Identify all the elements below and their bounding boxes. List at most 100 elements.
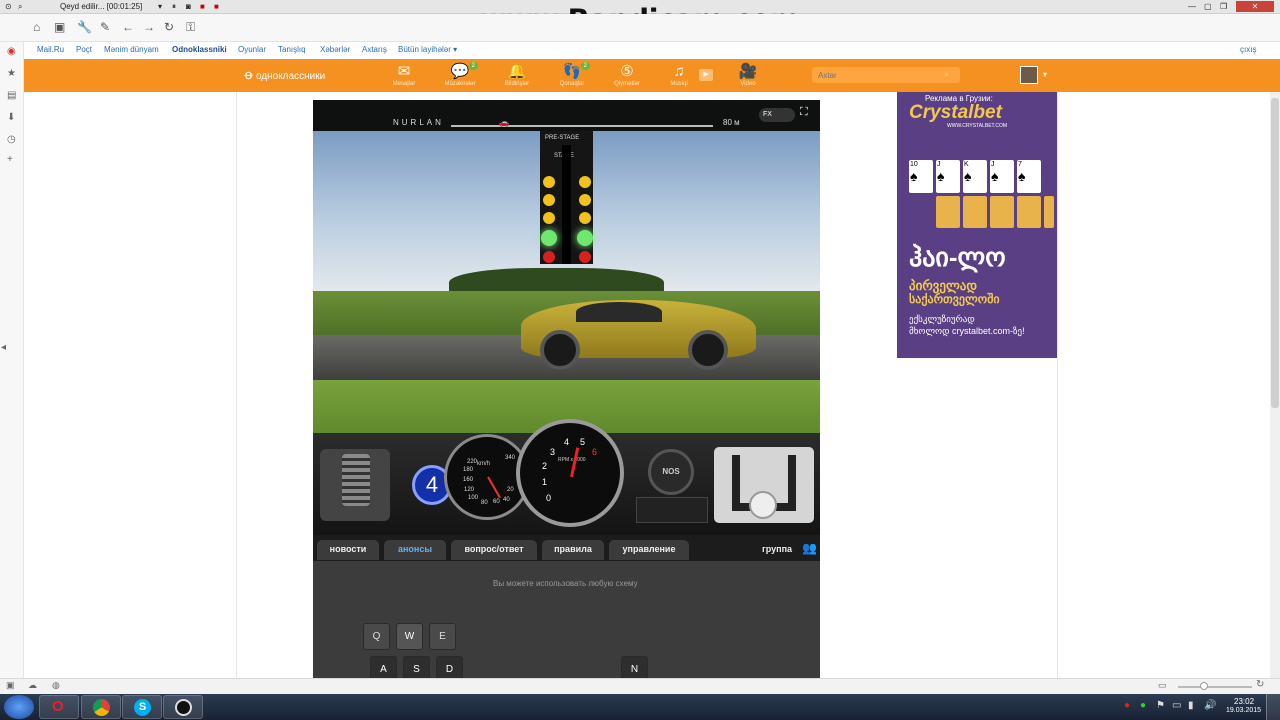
back-icon[interactable]: ← [122,20,134,34]
opera-sidebar-icon[interactable]: ◉ [7,46,16,57]
red-light [543,251,555,263]
pencil-icon[interactable]: ✎ [100,20,110,34]
tab-controls[interactable]: управление [609,540,689,560]
pause-icon[interactable]: ⏸ [172,2,176,12]
ad-line: ექსკლუზიურად [909,314,975,324]
taskbar-bandicam[interactable] [163,695,203,719]
nav-discussions[interactable]: 💬 2 Müzakirələr [438,62,482,87]
tray-signal-icon[interactable]: ▮ [1188,700,1194,711]
search-icon[interactable]: ⌕ [18,2,22,12]
gear-shifter[interactable] [714,447,814,523]
tab-news[interactable]: новости [317,540,379,560]
dropdown-icon[interactable]: ▾ [158,2,162,11]
bookmark-star-icon[interactable]: ★ [7,68,16,79]
clock-time[interactable]: 23:02 [1234,697,1254,706]
shift-knob[interactable] [749,491,777,519]
amber-light [579,194,591,206]
tray-network-icon[interactable]: ● [1140,700,1146,711]
group-link[interactable]: группа [762,544,792,554]
ad-line: მხოლოდ crystalbet.com-ზე! [909,326,1025,336]
zoom-reset-icon[interactable]: ↻ [1256,679,1264,690]
nav-link[interactable]: Mənim dünyam [104,45,159,54]
home-icon[interactable]: ⌂ [33,20,40,34]
taskbar-skype[interactable]: S [122,695,162,719]
forward-icon[interactable]: → [143,20,155,34]
play-icon[interactable]: ▶ [699,69,713,81]
zoom-slider[interactable] [1178,686,1252,688]
nav-link[interactable]: Tanışlıq [278,45,306,54]
tray-monitor-icon[interactable]: ▭ [1172,700,1181,711]
pre-stage-label: PRE-STAGE [545,135,580,141]
stop-icon[interactable]: ■ [200,2,205,11]
tray-record-icon[interactable]: ● [1124,700,1130,711]
scrollbar-thumb[interactable] [1271,98,1279,408]
bandicam-icon [175,699,192,716]
nav-link[interactable]: Axtarış [362,45,387,54]
exit-link[interactable]: çıxış [1240,45,1256,54]
close-icon[interactable]: ✕ [1236,1,1274,12]
count-badge: 2 [468,62,478,70]
cloud-icon[interactable]: ☁ [28,680,37,691]
speeddial-icon[interactable]: ▣ [54,20,65,34]
search-input[interactable] [812,67,960,83]
minimize-icon[interactable]: — [1188,2,1196,11]
sidebar-collapse-icon[interactable]: ◂ [1,342,6,353]
nav-notifications[interactable]: 🔔 Bildirişlər [495,64,539,87]
rpm-unit: RPM x 1000 [558,457,586,463]
restore-icon[interactable]: ❐ [1220,2,1227,11]
clock-date[interactable]: 19.03.2015 [1226,707,1261,714]
nav-ratings[interactable]: ⑤ Qiymətlər [605,64,649,87]
nav-video[interactable]: 🎥 Video [726,64,770,87]
nav-link[interactable]: Mail.Ru [37,45,64,54]
nav-link[interactable]: Bütün layihələr ▾ [398,45,457,54]
nav-link[interactable]: Xəbərlər [320,45,350,54]
browser-statusbar: ▣ ☁ ◍ ▭ ↻ [0,678,1280,694]
search-icon[interactable]: ⌕ [944,69,949,80]
speedo-needle [487,476,501,499]
tab-faq[interactable]: вопрос/ответ [451,540,537,560]
panel-toggle-icon[interactable]: ▣ [6,680,15,691]
playing-card: J ♠ [990,160,1014,193]
tray-flag-icon[interactable]: ⚑ [1156,700,1165,711]
wrench-icon[interactable]: 🔧 [77,20,92,34]
tick-label: 180 [463,467,474,473]
app-tabs: новости анонсы вопрос/ответ правила упра… [313,535,820,561]
group-icon[interactable]: 👥 [802,541,817,555]
avatar[interactable] [1020,66,1038,84]
tray-volume-icon[interactable]: 🔊 [1204,700,1216,711]
taskbar-opera[interactable]: O [39,695,79,719]
site-logo[interactable]: ꝋ одноклассники [244,67,325,83]
taskbar-chrome[interactable] [81,695,121,719]
view-icon[interactable]: ▭ [1158,680,1167,691]
nav-music[interactable]: ♫ Musiqi [657,64,701,87]
start-button[interactable] [4,695,34,719]
card-back [1017,196,1041,228]
record-icon[interactable]: ■ [214,2,219,11]
key-icon[interactable]: ⚿ [186,20,195,35]
nav-guests[interactable]: 👣 2 Qonaqlar [550,62,594,87]
crystalbet-ad[interactable]: Реклама в Грузии: Crystalbet WWW.CRYSTAL… [897,92,1057,358]
fx-toggle[interactable]: FX [759,108,795,122]
camera-icon[interactable]: ◙ [186,2,191,11]
nav-link[interactable]: Odnoklassniki [172,45,227,54]
nav-messages[interactable]: ✉ Mesajlar [382,64,426,87]
page-scrollbar[interactable] [1270,92,1280,678]
reload-icon[interactable]: ↻ [164,20,174,34]
show-desktop-button[interactable] [1266,694,1280,720]
nav-link[interactable]: Poçt [76,45,92,54]
ad-headline: ჰაი-ლო [909,242,1006,272]
add-panel-icon[interactable]: + [7,154,13,165]
chevron-down-icon[interactable]: ▾ [1043,70,1047,79]
tab-rules[interactable]: правила [542,540,604,560]
turbo-icon[interactable]: ◍ [52,680,60,691]
tab-announcements[interactable]: анонсы [384,540,446,560]
history-icon[interactable]: ◷ [7,134,16,145]
playing-card: J ♠ [936,160,960,193]
nos-button[interactable]: NOS [648,449,694,495]
maximize-icon[interactable]: ▢ [1204,2,1212,11]
downloads-icon[interactable]: ⬇ [7,112,15,123]
nav-link[interactable]: Oyunlar [238,45,266,54]
fullscreen-icon[interactable]: ⛶ [800,106,808,119]
notes-icon[interactable]: ▤ [7,90,16,101]
zoom-handle[interactable] [1200,682,1208,690]
